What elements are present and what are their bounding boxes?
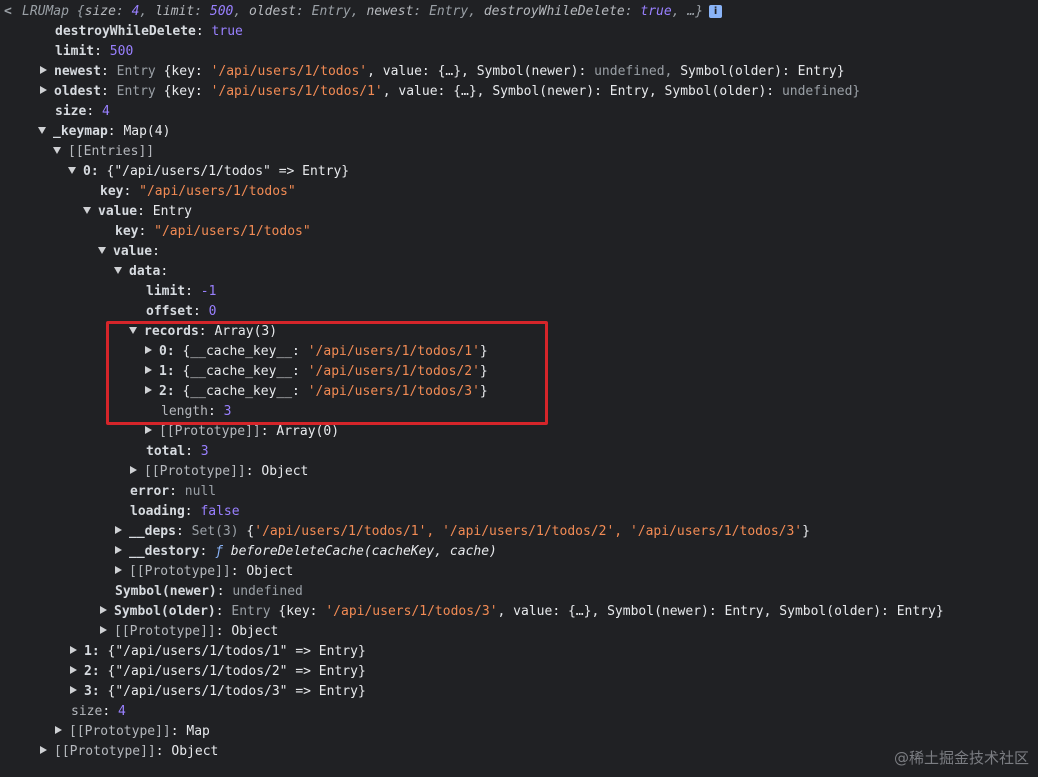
- entry-symbol-older[interactable]: Symbol(older): Entry {key: '/api/users/1…: [100, 602, 944, 622]
- data-prototype[interactable]: [[Prototype]]: Object: [130, 462, 308, 482]
- data-total: total: 3: [146, 444, 209, 459]
- value-loading: loading: false: [130, 504, 240, 519]
- expand-arrow-icon[interactable]: [145, 426, 152, 434]
- root-prototype[interactable]: [[Prototype]]: Object: [40, 742, 218, 762]
- expand-arrow-icon[interactable]: [100, 606, 107, 614]
- collapse-arrow-icon[interactable]: [68, 167, 76, 174]
- prop-oldest[interactable]: oldest: Entry {key: '/api/users/1/todos/…: [40, 82, 860, 102]
- record-item-2[interactable]: 2: {__cache_key__: '/api/users/1/todos/3…: [145, 382, 488, 402]
- records-length: length: 3: [161, 404, 232, 419]
- expand-arrow-icon[interactable]: [40, 66, 47, 74]
- collapse-arrow-icon[interactable]: [98, 247, 106, 254]
- entry0-inner-value[interactable]: value:: [98, 242, 160, 262]
- info-icon[interactable]: i: [709, 5, 723, 18]
- keymap-entry-2[interactable]: 2: {"/api/users/1/todos/2" => Entry}: [70, 662, 366, 682]
- entry-prototype[interactable]: [[Prototype]]: Object: [100, 622, 278, 642]
- expand-arrow-icon[interactable]: [115, 526, 122, 534]
- prop-keymap[interactable]: _keymap: Map(4): [38, 122, 170, 142]
- entry-symbol-newer: Symbol(newer): undefined: [115, 584, 303, 599]
- collapse-arrow-icon[interactable]: <: [4, 2, 16, 22]
- collapse-arrow-icon[interactable]: [129, 327, 137, 334]
- keymap-entries[interactable]: [[Entries]]: [53, 142, 154, 162]
- prop-destroy-while-delete: destroyWhileDelete: true: [55, 24, 243, 39]
- collapse-arrow-icon[interactable]: [38, 127, 46, 134]
- entry0-inner-key: key: "/api/users/1/todos": [115, 224, 311, 239]
- value-data[interactable]: data:: [114, 262, 168, 282]
- record-item-1[interactable]: 1: {__cache_key__: '/api/users/1/todos/2…: [145, 362, 488, 382]
- value-error: error: null: [130, 484, 217, 499]
- collapse-arrow-icon[interactable]: [83, 207, 91, 214]
- expand-arrow-icon[interactable]: [100, 626, 107, 634]
- expand-arrow-icon[interactable]: [145, 386, 152, 394]
- entry0-value[interactable]: value: Entry: [83, 202, 192, 222]
- watermark: @稀土掘金技术社区: [893, 749, 1029, 767]
- class-name: LRUMap: [22, 4, 69, 19]
- expand-arrow-icon[interactable]: [40, 746, 47, 754]
- expand-arrow-icon[interactable]: [70, 686, 77, 694]
- data-offset: offset: 0: [146, 304, 217, 319]
- prop-size: size: 4: [55, 104, 110, 119]
- keymap-size: size: 4: [71, 704, 126, 719]
- prop-newest[interactable]: newest: Entry {key: '/api/users/1/todos'…: [40, 62, 845, 82]
- expand-arrow-icon[interactable]: [40, 86, 47, 94]
- collapse-arrow-icon[interactable]: [114, 267, 122, 274]
- devtools-console: < LRUMap {size: 4, limit: 500, oldest: En…: [0, 0, 1038, 777]
- data-records[interactable]: records: Array(3): [129, 322, 277, 342]
- record-item-0[interactable]: 0: {__cache_key__: '/api/users/1/todos/1…: [145, 342, 488, 362]
- value-deps[interactable]: __deps: Set(3) {'/api/users/1/todos/1', …: [115, 522, 810, 542]
- expand-arrow-icon[interactable]: [130, 466, 137, 474]
- keymap-prototype[interactable]: [[Prototype]]: Map: [55, 722, 210, 742]
- value-prototype[interactable]: [[Prototype]]: Object: [115, 562, 293, 582]
- expand-arrow-icon[interactable]: [145, 366, 152, 374]
- keymap-entry-1[interactable]: 1: {"/api/users/1/todos/1" => Entry}: [70, 642, 366, 662]
- keymap-entry-3[interactable]: 3: {"/api/users/1/todos/3" => Entry}: [70, 682, 366, 702]
- lrumap-header-row[interactable]: < LRUMap {size: 4, limit: 500, oldest: En…: [0, 2, 723, 22]
- collapse-arrow-icon[interactable]: [53, 147, 61, 154]
- data-limit: limit: -1: [146, 284, 217, 299]
- value-destory[interactable]: __destory: ƒ beforeDeleteCache(cacheKey,…: [115, 542, 497, 562]
- entry0-key: key: "/api/users/1/todos": [100, 184, 296, 199]
- expand-arrow-icon[interactable]: [55, 726, 62, 734]
- expand-arrow-icon[interactable]: [70, 666, 77, 674]
- records-prototype[interactable]: [[Prototype]]: Array(0): [145, 422, 339, 442]
- keymap-entry-0[interactable]: 0: {"/api/users/1/todos" => Entry}: [68, 162, 349, 182]
- expand-arrow-icon[interactable]: [115, 566, 122, 574]
- expand-arrow-icon[interactable]: [70, 646, 77, 654]
- prop-limit: limit: 500: [55, 44, 134, 59]
- expand-arrow-icon[interactable]: [145, 346, 152, 354]
- expand-arrow-icon[interactable]: [115, 546, 122, 554]
